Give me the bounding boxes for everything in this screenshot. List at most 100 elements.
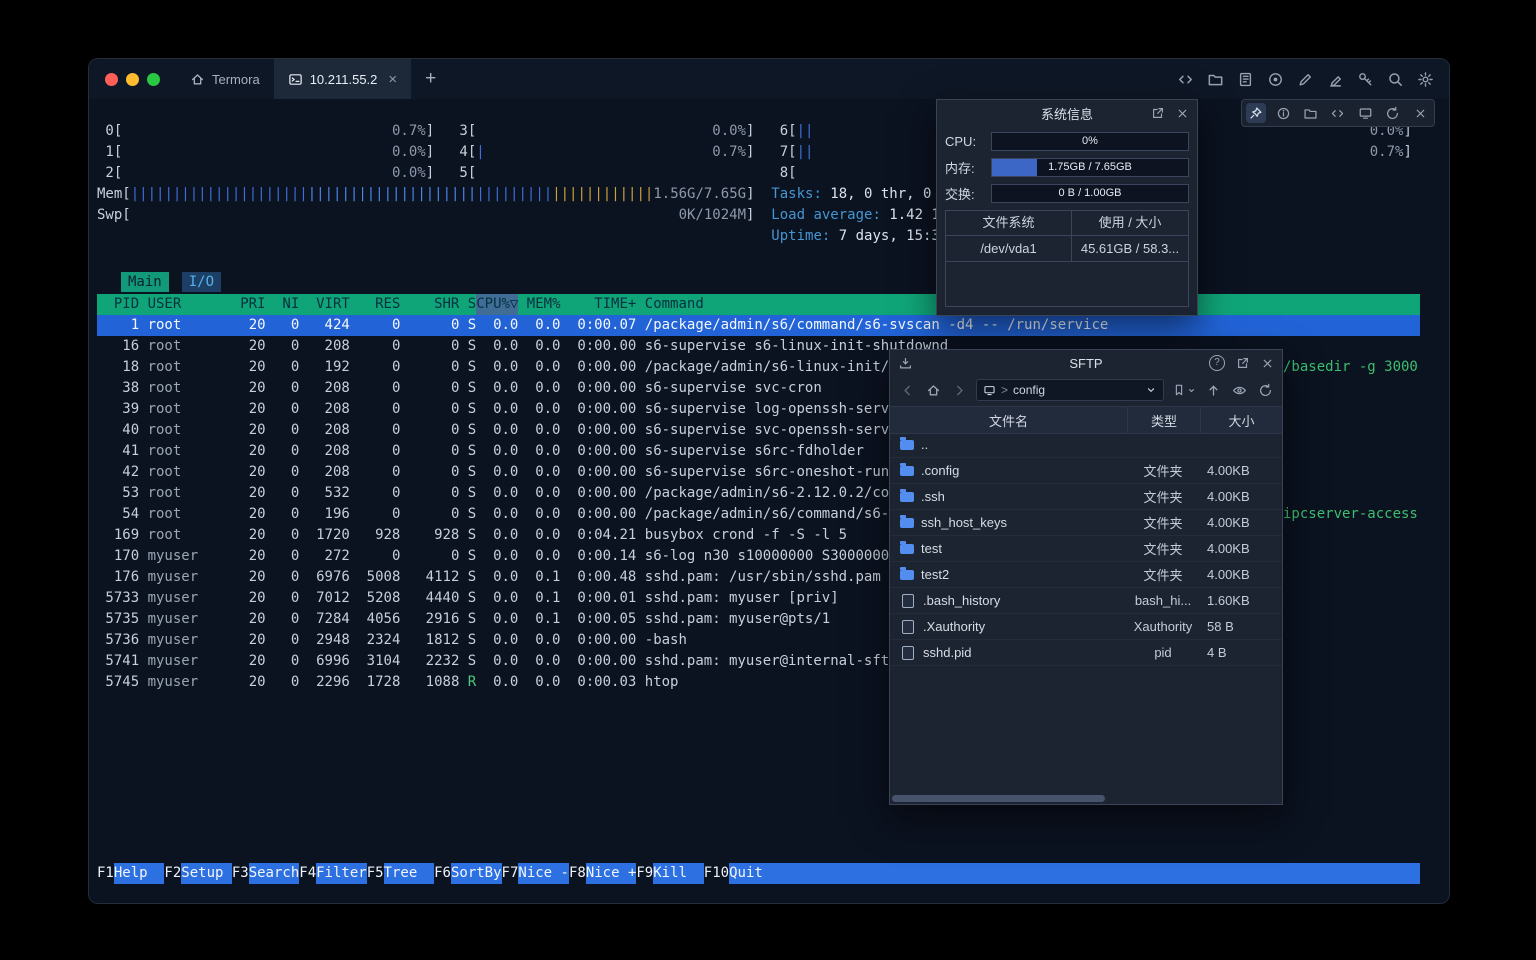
refresh-icon[interactable] — [1256, 381, 1274, 399]
htop-tab-bar: Main I/O — [121, 272, 221, 292]
forward-icon[interactable] — [950, 381, 968, 399]
home-icon[interactable] — [924, 381, 942, 399]
code-icon[interactable] — [1175, 69, 1195, 89]
file-row[interactable]: .bash_historybash_hi...1.60KB — [890, 588, 1282, 614]
column-header-res[interactable]: RES — [350, 294, 401, 315]
process-table-header: PIDUSERPRINIVIRTRESSHRSCPU%▽MEM%TIME+Com… — [97, 294, 1420, 315]
cpu-metric-label: CPU: — [945, 134, 985, 149]
close-icon[interactable] — [1410, 103, 1430, 123]
chevron-down-icon[interactable] — [1145, 384, 1157, 396]
column-header-s[interactable]: S — [459, 294, 476, 315]
home-tab-label: Termora — [212, 72, 260, 87]
file-row[interactable]: .. — [890, 432, 1282, 458]
column-header-user[interactable]: USER — [148, 294, 232, 315]
close-tab-icon[interactable]: × — [388, 71, 397, 88]
cpu-meter-1: 1[0.0%] — [97, 142, 434, 163]
folder-icon[interactable] — [1205, 69, 1225, 89]
htop-tab-io[interactable]: I/O — [182, 272, 221, 292]
marker-icon[interactable] — [1325, 69, 1345, 89]
file-row[interactable]: sshd.pidpid4 B — [890, 640, 1282, 666]
settings-icon[interactable] — [1415, 69, 1435, 89]
close-window-button[interactable] — [105, 73, 118, 86]
htop-info-line: Uptime: 7 days, 15:3 — [771, 226, 940, 247]
fkey-nice-[interactable]: F7Nice - — [502, 863, 569, 884]
horizontal-scrollbar[interactable] — [892, 795, 1280, 802]
notebook-icon[interactable] — [1235, 69, 1255, 89]
info-icon[interactable] — [1273, 103, 1293, 123]
fkey-setup[interactable]: F2Setup — [164, 863, 231, 884]
refresh-icon[interactable] — [1383, 103, 1403, 123]
fkey-quit[interactable]: F10Quit — [704, 863, 780, 884]
file-row[interactable]: test2文件夹4.00KB — [890, 562, 1282, 588]
column-header-pri[interactable]: PRI — [232, 294, 266, 315]
fkey-sortby[interactable]: F6SortBy — [434, 863, 501, 884]
file-row[interactable]: test文件夹4.00KB — [890, 536, 1282, 562]
filesystem-table: 文件系统 使用 / 大小 /dev/vda1 45.61GB / 58.3... — [945, 210, 1189, 307]
cpu-meter-3: 3[0.0%] — [451, 121, 754, 142]
system-info-title-label: 系统信息 — [1041, 104, 1093, 123]
close-icon[interactable] — [1176, 107, 1189, 120]
file-row[interactable]: .config文件夹4.00KB — [890, 458, 1282, 484]
record-icon[interactable] — [1265, 69, 1285, 89]
size-column-header[interactable]: 大小 — [1201, 407, 1282, 433]
new-tab-button[interactable]: + — [411, 68, 450, 90]
bookmarks-button[interactable] — [1172, 383, 1196, 397]
column-header-ni[interactable]: NI — [266, 294, 300, 315]
filename-column-header[interactable]: 文件名 — [890, 407, 1128, 433]
cpu-meter-0: 0[0.7%] — [97, 121, 434, 142]
fkey-tree[interactable]: F5Tree — [367, 863, 434, 884]
fkey-nice-[interactable]: F8Nice + — [569, 863, 636, 884]
monitor-icon[interactable] — [1355, 103, 1375, 123]
file-row[interactable]: ssh_host_keys文件夹4.00KB — [890, 510, 1282, 536]
parent-directory-icon[interactable] — [1204, 381, 1222, 399]
help-icon[interactable]: ? — [1209, 355, 1225, 371]
system-info-panel: 系统信息 CPU: 0% 内存: 1.75GB / 7.65GB 交换: 0 B… — [936, 99, 1198, 316]
memory-progress-bar: 1.75GB / 7.65GB — [991, 158, 1189, 177]
column-header-virt[interactable]: VIRT — [299, 294, 350, 315]
htop-tab-main[interactable]: Main — [121, 272, 169, 292]
bookmark-icon — [1172, 383, 1186, 397]
column-header-mem[interactable]: MEM% — [518, 294, 560, 315]
show-hidden-eye-icon[interactable] — [1230, 381, 1248, 399]
traffic-lights — [89, 73, 176, 86]
minimize-window-button[interactable] — [126, 73, 139, 86]
memory-meter: Mem[||||||||||||||||||||||||||||||||||||… — [97, 184, 754, 205]
open-in-window-icon[interactable] — [1236, 356, 1250, 370]
pin-icon[interactable] — [1246, 103, 1266, 123]
column-header-time[interactable]: TIME+ — [561, 294, 637, 315]
path-segment[interactable]: config — [1013, 383, 1045, 397]
htop-info-line: Tasks: 18, 0 thr, 0 — [771, 184, 931, 205]
type-column-header[interactable]: 类型 — [1128, 407, 1201, 433]
swap-meter: Swp[0K/1024M] — [97, 205, 754, 226]
fkey-help[interactable]: F1Help — [97, 863, 164, 884]
cpu-progress-bar: 0% — [991, 132, 1189, 151]
open-in-window-icon[interactable] — [1151, 106, 1165, 120]
search-icon[interactable] — [1385, 69, 1405, 89]
fkey-search[interactable]: F3Search — [232, 863, 299, 884]
fkey-kill[interactable]: F9Kill — [636, 863, 703, 884]
file-row[interactable]: .ssh文件夹4.00KB — [890, 484, 1282, 510]
process-row[interactable]: 1root20042400S0.00.00:00.07/package/admi… — [97, 315, 1420, 336]
tab-session[interactable]: 10.211.55.2 × — [274, 59, 411, 99]
folder-icon[interactable] — [1301, 103, 1321, 123]
chevron-down-icon — [1187, 386, 1196, 395]
column-header-cpu[interactable]: CPU%▽ — [476, 294, 518, 315]
file-list: ...config文件夹4.00KB.ssh文件夹4.00KBssh_host_… — [890, 432, 1282, 666]
code-icon[interactable] — [1328, 103, 1348, 123]
sftp-panel: SFTP ? > config — [889, 349, 1283, 805]
back-icon[interactable] — [898, 381, 916, 399]
zoom-window-button[interactable] — [147, 73, 160, 86]
key-icon[interactable] — [1355, 69, 1375, 89]
column-header-shr[interactable]: SHR — [400, 294, 459, 315]
column-header-pid[interactable]: PID — [97, 294, 139, 315]
tab-home[interactable]: Termora — [176, 59, 274, 99]
close-icon[interactable] — [1261, 357, 1274, 370]
edit-icon[interactable] — [1295, 69, 1315, 89]
file-icon — [902, 594, 914, 608]
scrollbar-thumb[interactable] — [892, 795, 1105, 802]
cpu-meter-2: 2[0.0%] — [97, 163, 434, 184]
path-breadcrumb[interactable]: > config — [976, 379, 1164, 401]
file-row[interactable]: .XauthorityXauthority58 B — [890, 614, 1282, 640]
download-icon[interactable] — [898, 350, 913, 376]
fkey-filter[interactable]: F4Filter — [299, 863, 366, 884]
